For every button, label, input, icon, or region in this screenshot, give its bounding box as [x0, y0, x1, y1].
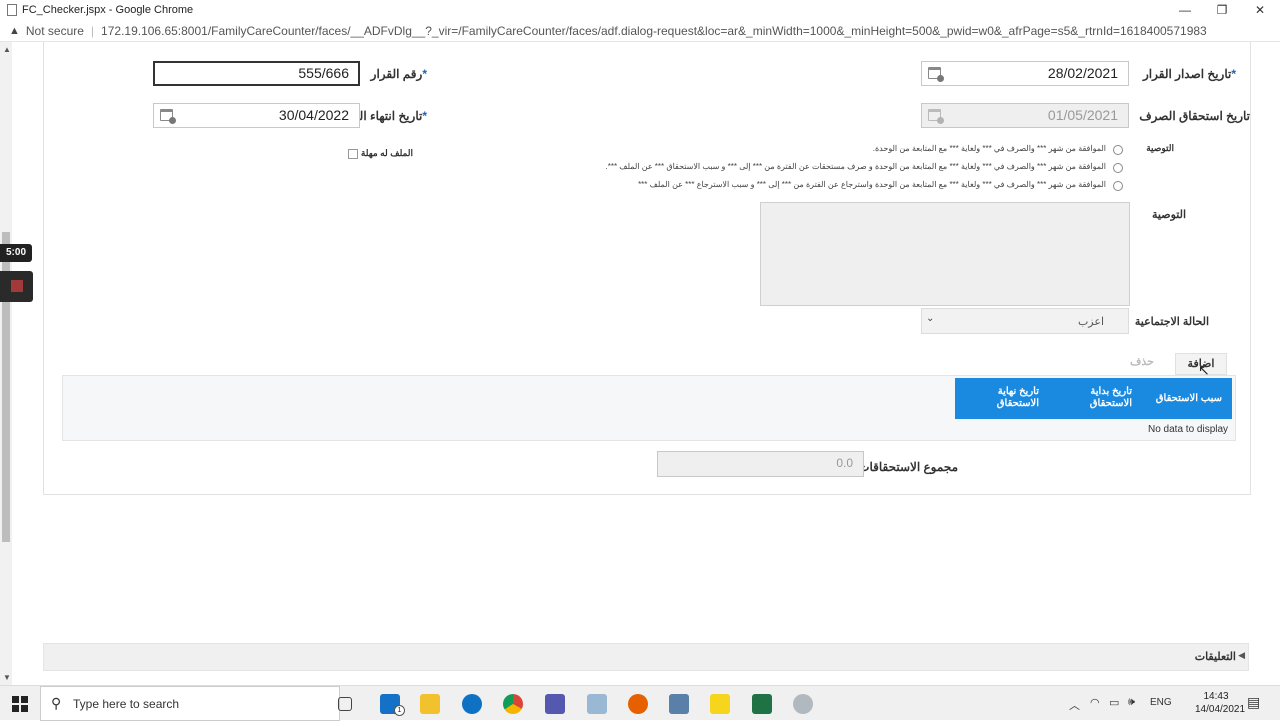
calendar-icon [928, 109, 944, 124]
radio-option-1-label: الموافقة من شهر *** والصرف في *** ولغاية… [872, 144, 1106, 153]
wifi-icon[interactable]: ◠ [1090, 696, 1100, 709]
entitlement-date-label: تاريخ استحقاق الصرف [1139, 109, 1250, 123]
calendar-icon[interactable] [160, 109, 176, 124]
panel-border [43, 42, 44, 494]
radio-option-2[interactable] [1113, 163, 1123, 173]
notifications-icon[interactable]: ▤ [1247, 694, 1260, 711]
battery-icon[interactable]: ▭ [1109, 696, 1119, 709]
search-placeholder: Type here to search [73, 697, 180, 711]
scrollbar[interactable]: ▲ ▼ [0, 42, 12, 685]
taskbar-search[interactable]: ⚲ Type here to search [40, 686, 340, 721]
recommendation-text-label: التوصية [1152, 209, 1186, 221]
comments-section[interactable]: ◀ التعليقات [43, 643, 1249, 671]
total-field: 0.0 [657, 451, 864, 477]
radio-option-3[interactable] [1113, 181, 1123, 191]
decision-number-label: *رقم القرار [370, 67, 427, 81]
window-titlebar: FC_Checker.jspx - Google Chrome — ❐ ✕ [0, 0, 1280, 20]
recommendation-label: التوصية [1146, 143, 1174, 153]
excel-icon[interactable] [752, 694, 772, 714]
mail-badge: 1 [394, 705, 405, 716]
warning-icon: ▲ [9, 24, 20, 37]
total-label: مجموع الاستحقاقات [858, 460, 958, 474]
taskbar: ⚲ Type here to search 1 ︿ ◠ ▭ 🕪 ENG 14:4… [0, 685, 1280, 721]
social-status-label: الحالة الاجتماعية [1134, 316, 1209, 328]
stop-icon [11, 280, 23, 292]
delete-button: حذف [1130, 356, 1154, 368]
table-header-end: تاريخ نهاية الاستحقاق [996, 386, 1039, 409]
url-text[interactable]: 172.19.106.65:8001/FamilyCareCounter/fac… [101, 24, 1207, 38]
language-indicator[interactable]: ENG [1150, 697, 1172, 708]
panel-border [43, 494, 1251, 495]
table-header-start: تاريخ بداية الاستحقاق [1089, 386, 1132, 409]
scroll-up-icon[interactable]: ▲ [3, 45, 11, 54]
chevron-down-icon: ⌄ [926, 313, 935, 324]
table-header-row: سبب الاستحقاق تاريخ بداية الاستحقاق تاري… [955, 378, 1232, 419]
recommendation-textarea[interactable] [760, 202, 1130, 306]
table-empty-message: No data to display [1148, 424, 1229, 435]
maximize-button[interactable]: ❐ [1202, 0, 1242, 20]
close-button[interactable]: ✕ [1240, 0, 1280, 20]
file-explorer-icon[interactable] [420, 694, 440, 714]
table-header-reason: سبب الاستحقاق [1155, 393, 1222, 404]
tool-icon[interactable] [793, 694, 813, 714]
clock[interactable]: 14:43 14/04/2021 [1195, 690, 1245, 716]
grace-end-field[interactable]: 30/04/2022 [153, 103, 360, 128]
separator: | [90, 23, 95, 38]
entitlement-date-field: 01/05/2021 [921, 103, 1129, 128]
windows-start-icon[interactable] [12, 696, 28, 712]
window-title: FC_Checker.jspx - Google Chrome [22, 4, 194, 16]
network-app-icon[interactable] [669, 694, 689, 714]
security-status: Not secure [25, 23, 84, 38]
grace-checkbox[interactable] [348, 149, 358, 159]
radio-option-1[interactable] [1113, 145, 1123, 155]
calendar-icon[interactable] [928, 67, 944, 82]
recording-timer: 5:00 [0, 244, 32, 262]
volume-icon[interactable]: 🕪 [1128, 696, 1135, 709]
radio-option-3-label: الموافقة من شهر *** والصرف في *** ولغاية… [638, 180, 1106, 189]
address-bar[interactable]: ▲ Not secure | 172.19.106.65:8001/Family… [0, 20, 1280, 42]
stop-recording-button[interactable] [0, 271, 33, 302]
comments-label: التعليقات [1194, 651, 1236, 663]
minimize-button[interactable]: — [1165, 0, 1205, 20]
teamviewer-icon[interactable] [462, 694, 482, 714]
decision-date-label: *تاريخ اصدار القرار [1143, 67, 1236, 81]
scroll-down-icon[interactable]: ▼ [3, 673, 11, 682]
decision-number-field[interactable]: 555/666 [153, 61, 360, 86]
sticky-notes-icon[interactable] [710, 694, 730, 714]
chevron-up-icon[interactable]: ︿ [1069, 697, 1080, 713]
search-icon: ⚲ [51, 695, 62, 711]
panel-border [1250, 42, 1251, 494]
page-icon [7, 4, 17, 16]
grace-checkbox-label: الملف له مهلة [360, 148, 413, 158]
social-status-select[interactable]: اعزب ⌄ [921, 308, 1129, 334]
app-icon[interactable] [587, 694, 607, 714]
teams-icon[interactable] [545, 694, 565, 714]
dialog-content: *تاريخ اصدار القرار 28/02/2021 *رقم القر… [12, 42, 1280, 685]
firefox-icon[interactable] [628, 694, 648, 714]
radio-option-2-label: الموافقة من شهر *** والصرف في *** ولغاية… [605, 162, 1107, 171]
decision-date-field[interactable]: 28/02/2021 [921, 61, 1129, 86]
chrome-icon[interactable] [503, 694, 523, 714]
expand-triangle-icon[interactable]: ◀ [1238, 650, 1245, 661]
task-view-icon[interactable] [338, 697, 352, 711]
